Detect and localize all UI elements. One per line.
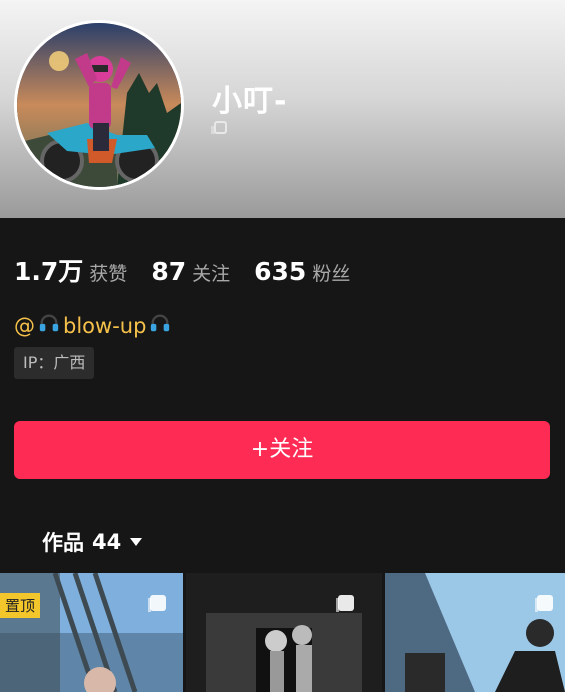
video-thumb-3[interactable] xyxy=(385,573,565,692)
stat-likes-label: 获赞 xyxy=(89,263,128,285)
stat-following-label: 关注 xyxy=(192,263,231,285)
avatar-photo xyxy=(17,23,181,187)
video-thumb-2[interactable] xyxy=(186,573,382,692)
stat-followers-num: 635 xyxy=(254,257,307,286)
thumb-1-image xyxy=(0,573,183,692)
multi-image-icon xyxy=(533,593,555,619)
thumb-2-image xyxy=(186,573,382,692)
pinned-badge: 置顶 xyxy=(0,593,41,618)
thumb-3-image xyxy=(385,573,565,692)
video-thumb-1[interactable]: 置顶 xyxy=(0,573,183,692)
handle-prefix: @ xyxy=(14,313,35,338)
handle-text: blow-up xyxy=(63,313,147,338)
profile-header: 小叮- xyxy=(0,0,565,218)
multi-image-icon xyxy=(146,593,168,619)
stat-following-num: 87 xyxy=(151,257,187,286)
profile-name: 小叮- xyxy=(212,84,288,119)
multi-image-icon xyxy=(334,593,356,619)
tab-works-label: 作品 xyxy=(42,531,84,555)
ip-badge: IP：广西 xyxy=(14,347,95,379)
stat-likes-num: 1.7万 xyxy=(14,257,84,286)
tab-works-count: 44 xyxy=(92,530,122,554)
tab-works[interactable]: 作品 44 xyxy=(42,527,143,557)
copy-icon[interactable] xyxy=(209,120,229,142)
stat-followers-label: 粉丝 xyxy=(312,263,351,285)
stats-row: 1.7万 获赞 87 关注 635 粉丝 xyxy=(14,252,374,288)
stat-likes[interactable]: 1.7万 获赞 xyxy=(14,252,127,288)
profile-body: 1.7万 获赞 87 关注 635 粉丝 @ blow-up IP：广西 +关注… xyxy=(0,218,565,692)
stat-following[interactable]: 87 关注 xyxy=(151,257,230,286)
caret-down-icon[interactable] xyxy=(130,538,143,546)
bio-handle[interactable]: @ blow-up xyxy=(14,312,171,339)
avatar[interactable] xyxy=(14,20,184,190)
headphones-icon xyxy=(149,312,171,339)
headphones-icon xyxy=(38,312,60,339)
stat-followers[interactable]: 635 粉丝 xyxy=(254,257,350,286)
follow-button[interactable]: +关注 xyxy=(14,421,550,479)
